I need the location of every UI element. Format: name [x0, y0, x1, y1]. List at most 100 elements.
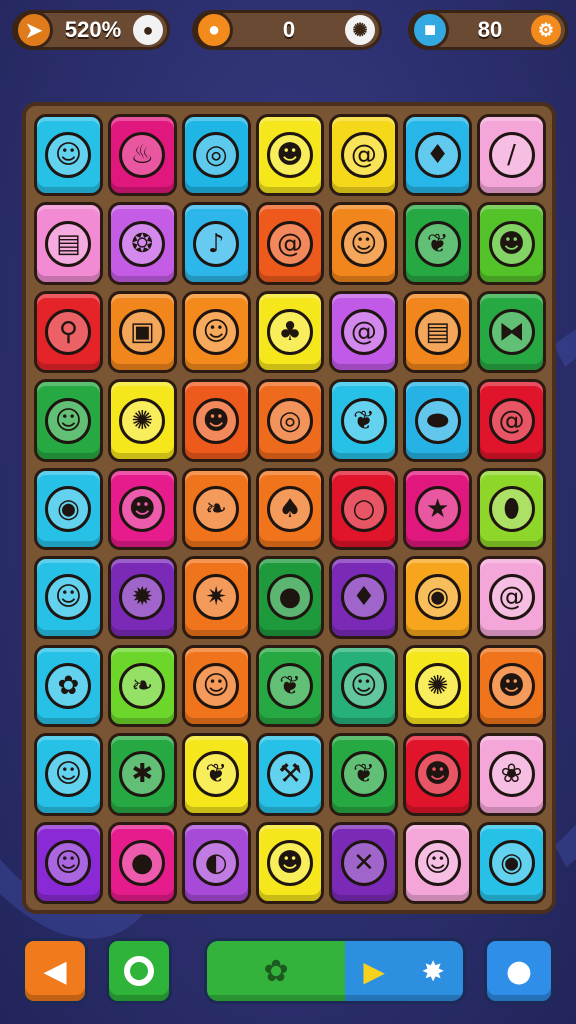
- level-progress-bar: ✿ ▶ ✸: [204, 938, 466, 1004]
- board-tile[interactable]: ❦: [181, 733, 251, 816]
- flame-icon: ♨: [119, 132, 166, 179]
- board-tile[interactable]: ▤: [34, 202, 103, 285]
- board-tile[interactable]: @: [255, 202, 325, 285]
- hint-button[interactable]: [106, 938, 172, 1004]
- board-tile[interactable]: ♦: [403, 114, 473, 197]
- board-tile[interactable]: ◉: [403, 556, 473, 639]
- hammer-icon: ⚒: [266, 751, 313, 798]
- board-tile[interactable]: ◉: [477, 821, 546, 904]
- pink-cat-icon: ♣: [266, 309, 313, 356]
- back-button[interactable]: ◀: [22, 938, 88, 1004]
- target-swirl-icon: ◎: [193, 132, 240, 179]
- fish-icon: ⧓: [488, 309, 535, 356]
- board-tile[interactable]: @: [329, 114, 399, 197]
- lollipop-icon: @: [266, 220, 313, 267]
- board-tile[interactable]: ✕: [329, 821, 399, 904]
- coin-icon: ●: [195, 11, 233, 49]
- board-tile[interactable]: ◐: [181, 821, 251, 904]
- board-tile[interactable]: ◉: [34, 467, 103, 551]
- board-tile[interactable]: ❦: [255, 644, 325, 728]
- sleepy-blob-icon: ☻: [193, 397, 240, 444]
- board-tile[interactable]: ▣: [107, 290, 177, 374]
- board-tile[interactable]: ❧: [107, 644, 177, 728]
- game-board: ☺ ♨ ◎ ☻ @ ♦ ∕ ▤ ❂ ♪ @ ☺ ❦ ☻ ⚲ ▣ ☺ ♣ @ ▤ ⧓ ☺ ✺ ☻ ◎ ❦ ⬬ @ ◉ ☻ ❧ ♠ ○ ★ ⬮ ☺ ✹ ✷ ● ♦…: [22, 102, 556, 914]
- board-tile[interactable]: ⚒: [255, 733, 325, 816]
- gift-box-icon: ▣: [119, 309, 166, 356]
- board-tile[interactable]: ●: [107, 821, 177, 904]
- smiling-sun-icon: ✺: [414, 662, 461, 709]
- board-tile[interactable]: ☻: [107, 467, 177, 551]
- board-tile[interactable]: ⚲: [34, 290, 103, 374]
- board-tile[interactable]: ☺: [181, 644, 251, 728]
- board-tile[interactable]: ☺: [403, 821, 473, 904]
- eggplant-icon: ⬮: [488, 485, 535, 532]
- board-tile[interactable]: ❧: [181, 467, 251, 551]
- board-tile[interactable]: ☺: [34, 379, 103, 462]
- board-tile[interactable]: @: [477, 556, 546, 639]
- board-tile[interactable]: ☺: [34, 733, 103, 816]
- board-tile[interactable]: ✹: [107, 556, 177, 639]
- garlic-icon: ♠: [266, 485, 313, 532]
- blue-ring-icon: ○: [340, 485, 387, 532]
- pink-sun-icon: ✺: [119, 397, 166, 444]
- chick-icon: ☻: [119, 485, 166, 532]
- board-tile[interactable]: ❦: [329, 733, 399, 816]
- board-tile[interactable]: ☺: [34, 821, 103, 904]
- board-tile[interactable]: ❀: [477, 733, 546, 816]
- board-tile[interactable]: ❂: [107, 202, 177, 285]
- carrot-icon: ❧: [193, 485, 240, 532]
- cake-icon: ▤: [45, 220, 92, 267]
- ghost-icon[interactable]: ●: [133, 15, 163, 45]
- diamond-arrow-icon: ➤: [15, 11, 53, 49]
- robot-face-icon: ☻: [488, 662, 535, 709]
- play-icon[interactable]: ▶: [363, 955, 385, 988]
- board-tile[interactable]: ✿: [34, 644, 103, 728]
- smiley-icon: ☺: [45, 839, 92, 886]
- board-tile[interactable]: @: [329, 290, 399, 374]
- board-tile[interactable]: ◎: [181, 114, 251, 197]
- board-tile[interactable]: ♠: [255, 467, 325, 551]
- board-tile[interactable]: ♨: [107, 114, 177, 197]
- board-tile[interactable]: ✺: [107, 379, 177, 462]
- board-tile[interactable]: ∕: [477, 114, 546, 197]
- board-tile[interactable]: ⬮: [477, 467, 546, 551]
- gear-icon[interactable]: ⚙: [531, 15, 561, 45]
- board-tile[interactable]: ☻: [181, 379, 251, 462]
- board-tile[interactable]: ✺: [403, 644, 473, 728]
- coin-value: 0: [282, 17, 296, 42]
- board-tile[interactable]: ✱: [107, 733, 177, 816]
- purple-bug-icon: ✱: [119, 751, 166, 798]
- green-ring-icon: ◉: [488, 839, 535, 886]
- board-tile[interactable]: ☺: [329, 644, 399, 728]
- board-tile[interactable]: ❦: [329, 379, 399, 462]
- board-tile[interactable]: ○: [329, 467, 399, 551]
- board-tile[interactable]: @: [477, 379, 546, 462]
- board-tile[interactable]: ☺: [34, 114, 103, 197]
- swirl-icon[interactable]: ✺: [345, 15, 375, 45]
- board-tile[interactable]: ☺: [181, 290, 251, 374]
- board-tile[interactable]: ☻: [255, 114, 325, 197]
- virus-face-icon: ✷: [193, 574, 240, 621]
- board-tile[interactable]: ☻: [477, 202, 546, 285]
- board-tile[interactable]: ☻: [403, 733, 473, 816]
- help-button[interactable]: ●: [484, 938, 554, 1004]
- watermelon-icon: ●: [119, 839, 166, 886]
- board-tile[interactable]: ⬬: [403, 379, 473, 462]
- board-tile[interactable]: ●: [255, 556, 325, 639]
- board-tile[interactable]: ☺: [34, 556, 103, 639]
- board-tile[interactable]: ♦: [329, 556, 399, 639]
- apple-icon: ●: [266, 574, 313, 621]
- board-tile[interactable]: ❦: [403, 202, 473, 285]
- board-tile[interactable]: ▤: [403, 290, 473, 374]
- board-tile[interactable]: ◎: [255, 379, 325, 462]
- board-tile[interactable]: ♪: [181, 202, 251, 285]
- board-tile[interactable]: ♣: [255, 290, 325, 374]
- board-tile[interactable]: ✷: [181, 556, 251, 639]
- board-tile[interactable]: ⧓: [477, 290, 546, 374]
- monster-blob-icon: ❀: [488, 751, 535, 798]
- board-tile[interactable]: ★: [403, 467, 473, 551]
- board-tile[interactable]: ☻: [255, 821, 325, 904]
- board-tile[interactable]: ☺: [329, 202, 399, 285]
- berry-face-icon: ☺: [45, 574, 92, 621]
- board-tile[interactable]: ☻: [477, 644, 546, 728]
